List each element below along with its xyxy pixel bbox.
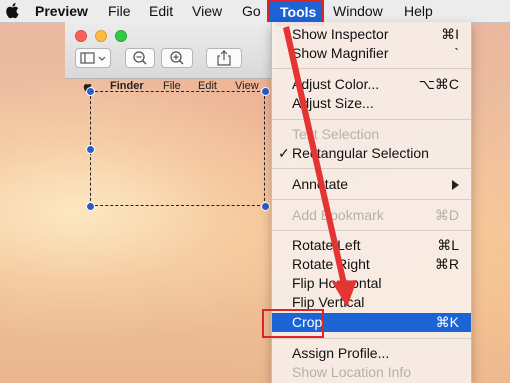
menu-item-rotate-right[interactable]: Rotate Right ⌘R [272,255,471,274]
menu-separator [272,68,471,69]
menu-item-shortcut: ⌘L [437,237,459,253]
menu-item-label: Rotate Left [292,237,361,253]
menu-separator [272,119,471,120]
menu-tools-label: Tools [280,4,317,20]
menu-help[interactable]: Help [404,3,433,19]
rectangular-selection[interactable] [90,91,265,206]
zoom-out-icon [133,51,147,65]
menu-item-label: Annotate [292,176,349,192]
menu-item-adjust-color[interactable]: Adjust Color... ⌥⌘C [272,75,471,94]
menu-item-assign-profile[interactable]: Assign Profile... [272,344,471,363]
zoom-out-button[interactable] [125,48,155,68]
menu-separator [272,338,471,339]
menu-item-flip-horizontal[interactable]: Flip Horizontal [272,274,471,293]
menu-item-shortcut: ⌘D [434,207,459,223]
app-menu-preview[interactable]: Preview [35,3,88,19]
menu-item-label: Add Bookmark [292,207,384,223]
menu-item-label: Adjust Size... [292,95,374,111]
menu-item-show-magnifier[interactable]: Show Magnifier ` [272,44,471,63]
menu-item-shortcut: ⌘K [435,314,459,330]
menu-item-rotate-left[interactable]: Rotate Left ⌘L [272,236,471,255]
menu-item-label: Adjust Color... [292,76,380,92]
checkmark-icon: ✓ [278,145,290,161]
apple-icon[interactable] [5,2,19,19]
menu-item-shortcut: ⌥⌘C [418,76,459,92]
selection-handle[interactable] [86,87,95,96]
menu-window[interactable]: Window [333,3,383,19]
menu-item-rectangular-selection[interactable]: ✓ Rectangular Selection [272,144,471,163]
menu-separator [272,168,471,169]
submenu-arrow-icon [452,180,459,190]
menu-item-label: Rectangular Selection [292,145,429,161]
selection-handle[interactable] [261,87,270,96]
menu-item-shortcut: ` [454,45,459,61]
menu-item-shortcut: ⌘R [434,256,459,272]
menu-view[interactable]: View [192,3,222,19]
menu-item-show-location-info: Show Location Info [272,363,471,382]
menu-item-label: Assign Profile... [292,345,390,361]
menu-item-label: Text Selection [292,126,380,142]
menu-file[interactable]: File [108,3,131,19]
window-toolbar [65,22,275,79]
menu-item-show-inspector[interactable]: Show Inspector ⌘I [272,25,471,44]
menu-separator [272,199,471,200]
sidebar-icon [80,52,106,64]
minimize-button[interactable] [95,30,107,42]
share-button[interactable] [206,48,242,68]
close-button[interactable] [75,30,87,42]
selection-handle[interactable] [86,202,95,211]
selection-handle[interactable] [261,202,270,211]
menu-edit[interactable]: Edit [149,3,173,19]
menu-item-shortcut: ⌘I [441,26,459,42]
zoom-in-button[interactable] [161,48,193,68]
sidebar-toggle-button[interactable] [75,48,111,68]
zoom-in-icon [170,51,184,65]
menu-item-label: Show Location Info [292,364,412,380]
menu-separator [272,230,471,231]
menu-item-add-bookmark: Add Bookmark ⌘D [272,206,471,225]
menu-item-label: Flip Horizontal [292,275,382,291]
menu-item-adjust-size[interactable]: Adjust Size... [272,94,471,113]
menu-item-text-selection: Text Selection [272,125,471,144]
share-icon [217,50,231,66]
menu-go[interactable]: Go [242,3,261,19]
menu-bar: Preview File Edit View Go Window Help [0,0,510,23]
menu-item-annotate[interactable]: Annotate [272,175,471,194]
crop-highlight-annotation [262,309,324,338]
zoom-button[interactable] [115,30,127,42]
menu-item-label: Show Magnifier [292,45,389,61]
menu-item-label: Rotate Right [292,256,370,272]
selection-handle[interactable] [86,145,95,154]
menu-item-label: Show Inspector [292,26,389,42]
